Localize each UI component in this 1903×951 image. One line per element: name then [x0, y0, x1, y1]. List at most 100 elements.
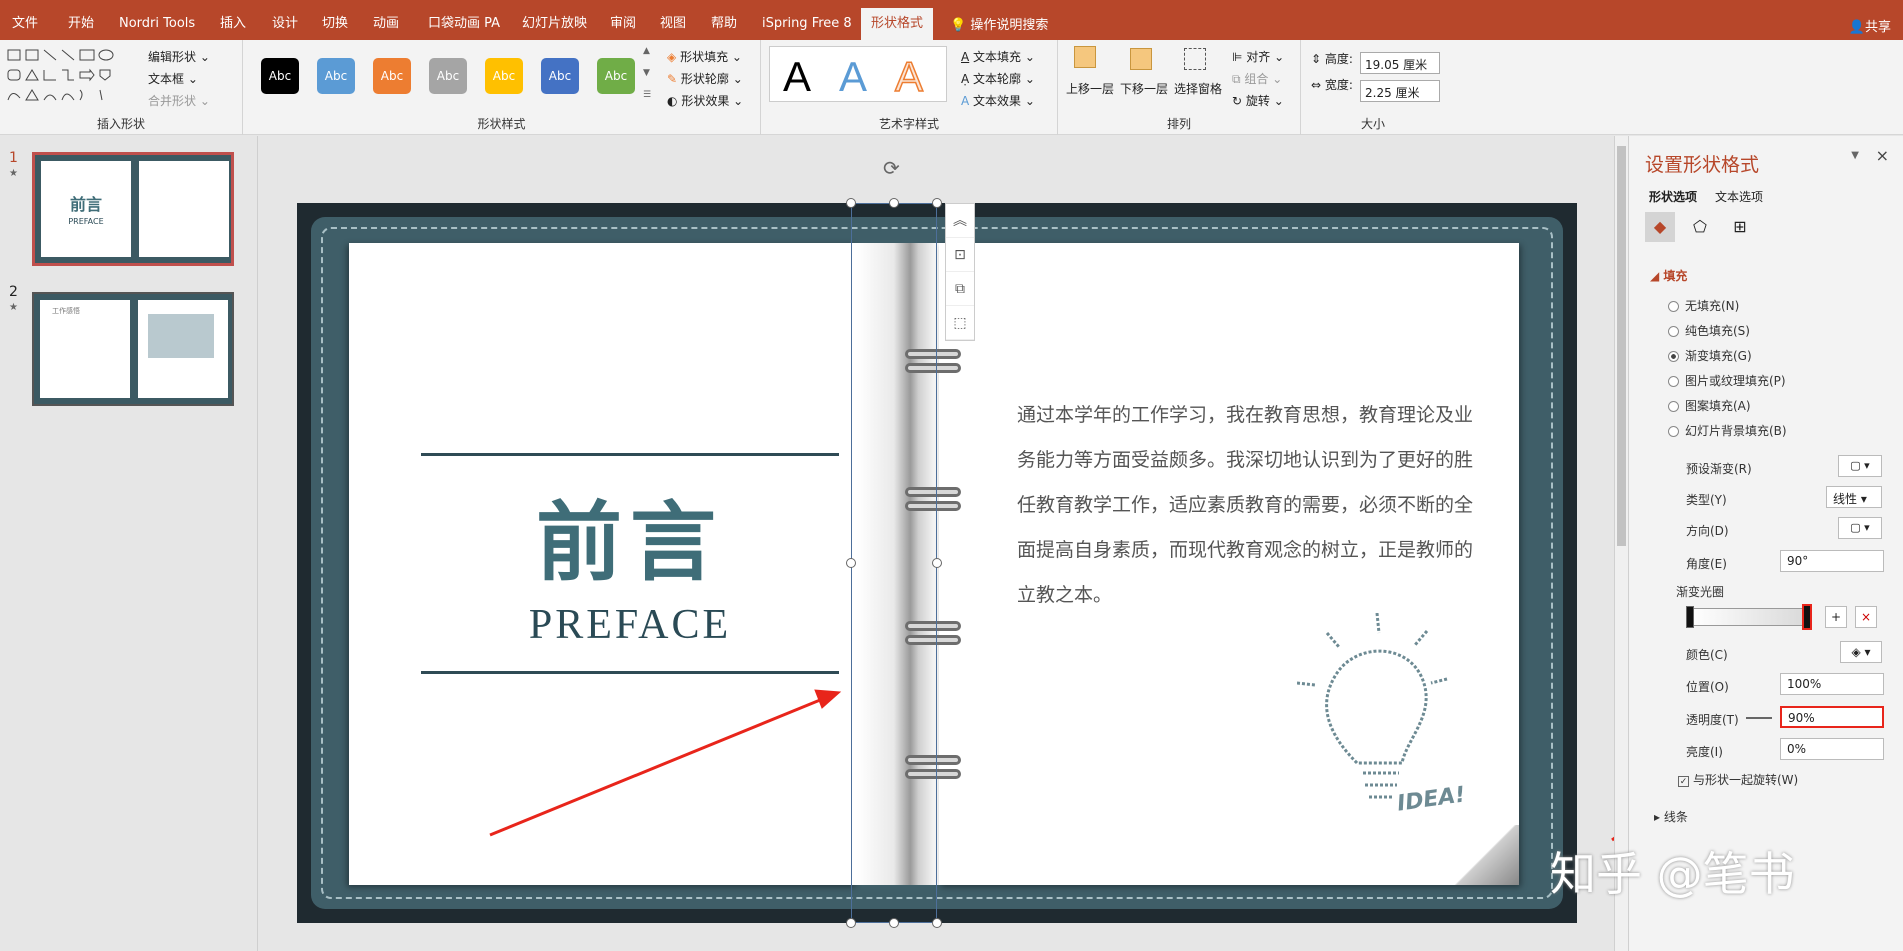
- resize-handle[interactable]: [846, 198, 856, 208]
- menu-home[interactable]: 开始: [68, 16, 94, 32]
- bring-forward-button[interactable]: 上移一层: [1066, 80, 1114, 97]
- menu-review[interactable]: 审阅: [610, 16, 636, 32]
- menu-pocket-animation[interactable]: 口袋动画 PA: [428, 16, 500, 32]
- radio-picture-fill[interactable]: 图片或纹理填充(P): [1668, 372, 1786, 389]
- gallery-more-icon[interactable]: ☰: [643, 90, 651, 100]
- resize-handle[interactable]: [889, 198, 899, 208]
- resize-handle[interactable]: [932, 918, 942, 928]
- shapes-gallery[interactable]: [6, 48, 136, 108]
- menu-file[interactable]: 文件: [12, 16, 38, 32]
- effects-pentagon-icon[interactable]: ⬠: [1685, 212, 1715, 242]
- rotate-button[interactable]: ↻ 旋转 ⌄: [1232, 92, 1284, 109]
- slide-thumbnail-1[interactable]: 前言 PREFACE: [32, 152, 234, 266]
- slide-title-english[interactable]: PREFACE: [421, 601, 839, 649]
- edit-shape-button[interactable]: 编辑形状 ⌄: [148, 48, 210, 65]
- radio-solid-fill[interactable]: 纯色填充(S): [1668, 322, 1750, 339]
- style-preset-blue[interactable]: Abc: [317, 58, 355, 94]
- shape-outline-button[interactable]: ✎ 形状轮廓 ⌄: [667, 70, 743, 87]
- align-button[interactable]: ⊫ 对齐 ⌄: [1232, 48, 1284, 65]
- position-input[interactable]: 100%: [1780, 673, 1884, 695]
- scroll-thumb[interactable]: [1617, 146, 1626, 546]
- transparency-input[interactable]: 90%: [1780, 706, 1884, 728]
- text-fill-button[interactable]: A 文本填充 ⌄: [961, 48, 1035, 65]
- color-label: 颜色(C): [1686, 648, 1728, 662]
- gradient-stops-bar[interactable]: [1690, 608, 1808, 626]
- line-section-header[interactable]: ▸ 线条: [1654, 808, 1688, 825]
- radio-background-fill[interactable]: 幻灯片背景填充(B): [1668, 422, 1787, 439]
- style-preset-black[interactable]: Abc: [261, 58, 299, 94]
- send-backward-button[interactable]: 下移一层: [1120, 80, 1168, 97]
- fill-line-icon[interactable]: ◆: [1645, 212, 1675, 242]
- radio-gradient-fill[interactable]: 渐变填充(G): [1668, 347, 1752, 364]
- text-effects-button[interactable]: A 文本效果 ⌄: [961, 92, 1035, 109]
- menu-transitions[interactable]: 切换: [322, 16, 348, 32]
- radio-no-fill[interactable]: 无填充(N): [1668, 297, 1739, 314]
- radio-pattern-fill[interactable]: 图案填充(A): [1668, 397, 1751, 414]
- gradient-stop-right-selected[interactable]: [1802, 604, 1812, 630]
- rotate-with-shape-checkbox[interactable]: ✓ 与形状一起旋转(W): [1678, 771, 1798, 788]
- merge-shapes-button[interactable]: 合并形状 ⌄: [148, 92, 210, 109]
- style-preset-green[interactable]: Abc: [597, 58, 635, 94]
- resize-handle[interactable]: [846, 558, 856, 568]
- group-button[interactable]: ⧉ 组合 ⌄: [1232, 70, 1282, 87]
- menu-slideshow[interactable]: 幻灯片放映: [522, 16, 587, 32]
- angle-input[interactable]: 90°: [1780, 550, 1884, 572]
- brightness-input[interactable]: 0%: [1780, 738, 1884, 760]
- gallery-scroll-down-icon[interactable]: ▼: [643, 68, 650, 78]
- resize-handle[interactable]: [932, 198, 942, 208]
- slide-title-chinese[interactable]: 前言: [421, 493, 839, 593]
- share-button[interactable]: 👤共享: [1849, 16, 1891, 35]
- style-preset-darkblue[interactable]: Abc: [541, 58, 579, 94]
- transparency-slider[interactable]: [1746, 717, 1772, 719]
- gallery-scroll-up-icon[interactable]: ▲: [643, 46, 650, 56]
- panel-options-icon[interactable]: ▼: [1851, 150, 1859, 161]
- textbox-button[interactable]: 文本框 ⌄: [148, 70, 198, 87]
- crop-icon[interactable]: ⬚: [946, 306, 974, 340]
- style-preset-gray[interactable]: Abc: [429, 58, 467, 94]
- menu-nordri-tools[interactable]: Nordri Tools: [119, 16, 195, 32]
- fill-section-header[interactable]: ◢ 填充: [1650, 267, 1687, 284]
- preset-gradient-dropdown[interactable]: ▢ ▾: [1838, 455, 1882, 477]
- floating-toolbar: ︽ ⊡ ⧉ ⬚: [945, 203, 975, 341]
- resize-handle[interactable]: [932, 558, 942, 568]
- close-icon[interactable]: ×: [1876, 146, 1889, 165]
- resize-handle[interactable]: [846, 918, 856, 928]
- tab-text-options[interactable]: 文本选项: [1715, 188, 1763, 205]
- shape-fill-button[interactable]: ◈ 形状填充 ⌄: [667, 48, 742, 65]
- style-preset-orange[interactable]: Abc: [373, 58, 411, 94]
- gradient-stop-left[interactable]: [1686, 606, 1694, 628]
- text-outline-button[interactable]: Ạ 文本轮廓 ⌄: [961, 70, 1035, 87]
- direction-dropdown[interactable]: ▢ ▾: [1838, 517, 1882, 539]
- resize-handle[interactable]: [889, 918, 899, 928]
- menu-ispring[interactable]: iSpring Free 8: [762, 16, 852, 32]
- tab-shape-options[interactable]: 形状选项: [1649, 188, 1697, 205]
- wordart-blue[interactable]: A: [839, 52, 867, 102]
- height-input[interactable]: 19.05 厘米: [1360, 52, 1440, 74]
- menu-shape-format[interactable]: 形状格式: [861, 8, 934, 40]
- gradient-stops-label: 渐变光圈: [1676, 585, 1725, 599]
- remove-stop-icon[interactable]: ×: [1855, 606, 1877, 628]
- menu-animations[interactable]: 动画: [373, 16, 399, 32]
- type-dropdown[interactable]: 线性 ▾: [1826, 486, 1882, 508]
- slide-body-text[interactable]: 通过本学年的工作学习，我在教育思想，教育理论及业务能力等方面受益颇多。我深切地认…: [1017, 393, 1487, 618]
- search-hint[interactable]: 💡 操作说明搜索: [950, 14, 1048, 33]
- collapse-icon[interactable]: ︽: [946, 204, 974, 238]
- wordart-black[interactable]: A: [783, 52, 811, 102]
- slide-thumbnail-2[interactable]: 工作感悟: [32, 292, 234, 406]
- color-picker-button[interactable]: ◈ ▾: [1840, 641, 1882, 663]
- menu-help[interactable]: 帮助: [711, 16, 737, 32]
- style-preset-gold[interactable]: Abc: [485, 58, 523, 94]
- layout-options-icon[interactable]: ⊡: [946, 238, 974, 272]
- arrange-icon[interactable]: ⧉: [946, 272, 974, 306]
- size-properties-icon[interactable]: ⊞: [1725, 212, 1755, 242]
- wordart-orange[interactable]: A: [894, 52, 924, 102]
- menu-design[interactable]: 设计: [272, 16, 298, 32]
- menu-insert[interactable]: 插入: [220, 16, 246, 32]
- rotation-handle-icon[interactable]: ⟳: [883, 156, 900, 180]
- vertical-scrollbar[interactable]: [1614, 136, 1628, 951]
- shape-effects-button[interactable]: ◐ 形状效果 ⌄: [667, 92, 743, 109]
- add-stop-icon[interactable]: +: [1825, 606, 1847, 628]
- selection-pane-button[interactable]: 选择窗格: [1174, 80, 1222, 97]
- width-input[interactable]: 2.25 厘米: [1360, 80, 1440, 102]
- menu-view[interactable]: 视图: [660, 16, 686, 32]
